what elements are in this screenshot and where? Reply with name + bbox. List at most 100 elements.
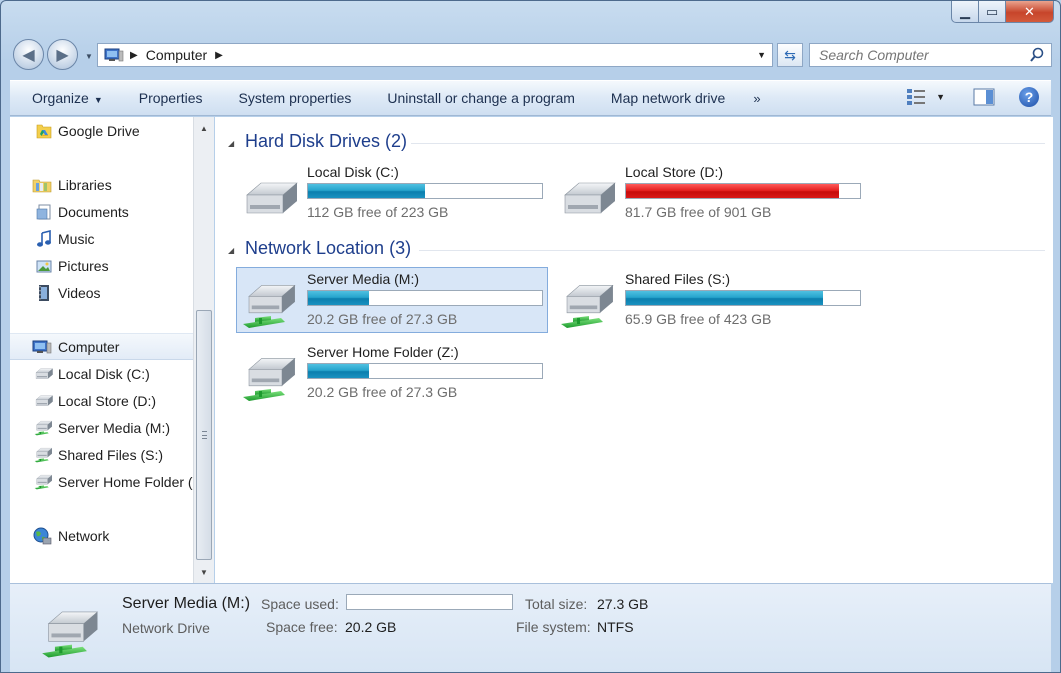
computer-icon: [32, 338, 52, 356]
caption-buttons: ▁ ▭ ✕: [951, 1, 1054, 23]
nav-pane-scrollbar[interactable]: ▲ ▼: [193, 117, 214, 583]
view-options-icon: [907, 89, 926, 105]
collapse-triangle-icon[interactable]: ◢: [228, 139, 234, 148]
nav-item-libraries[interactable]: Libraries: [10, 172, 193, 197]
music-icon: [34, 229, 54, 248]
nav-item-google-drive[interactable]: Google Drive: [10, 118, 193, 143]
refresh-button[interactable]: ⇆: [777, 43, 803, 67]
nav-item-videos[interactable]: Videos: [10, 280, 193, 305]
drive-tile-s[interactable]: Shared Files (S:) 65.9 GB free of 423 GB: [555, 268, 867, 334]
chevron-down-icon: ▼: [93, 95, 103, 105]
preview-pane-icon[interactable]: [973, 88, 995, 106]
group-divider: [419, 250, 1045, 251]
grip-icon: [202, 431, 207, 439]
scroll-thumb[interactable]: [196, 310, 212, 560]
nav-item-server-home-folder[interactable]: Server Home Folder (Z:): [10, 469, 193, 494]
nav-item-documents[interactable]: Documents: [10, 199, 193, 224]
nav-item-computer[interactable]: Computer: [10, 333, 193, 360]
drive-free-space: 112 GB free of 223 GB: [307, 204, 449, 220]
drive-tile-c[interactable]: Local Disk (C:) 112 GB free of 223 GB: [237, 161, 549, 227]
forward-button[interactable]: ▶: [47, 39, 78, 70]
group-header-hard-disk-drives[interactable]: ◢ Hard Disk Drives (2): [215, 131, 1045, 155]
nav-item-shared-files[interactable]: Shared Files (S:): [10, 442, 193, 467]
address-bar[interactable]: ▶ Computer ▶ ▼: [97, 43, 773, 67]
nav-item-local-disk-c[interactable]: Local Disk (C:): [10, 361, 193, 386]
group-title: Hard Disk Drives (2): [245, 131, 408, 151]
breadcrumb-separator-icon[interactable]: ▶: [130, 50, 138, 61]
nav-item-server-media[interactable]: Server Media (M:): [10, 415, 193, 440]
nav-label: Local Store (D:): [58, 392, 157, 409]
back-button[interactable]: ◀: [13, 39, 44, 70]
drive-free-space: 20.2 GB free of 27.3 GB: [307, 384, 458, 400]
change-view-button[interactable]: ▼: [906, 88, 945, 106]
libraries-icon: [32, 176, 52, 194]
file-system-label: File system:: [516, 619, 591, 635]
organize-label: Organize: [32, 90, 89, 106]
search-box[interactable]: [809, 43, 1052, 67]
nav-item-local-store-d[interactable]: Local Store (D:): [10, 388, 193, 413]
nav-label: Libraries: [58, 176, 112, 193]
drive-usage-fill: [308, 184, 425, 198]
network-drive-icon: [241, 282, 301, 330]
network-drive-icon: [40, 608, 104, 660]
nav-label: Music: [58, 230, 95, 247]
group-header-network-location[interactable]: ◢ Network Location (3): [215, 238, 1045, 262]
drive-usage-bar: [307, 363, 543, 379]
organize-button[interactable]: Organize ▼: [10, 90, 121, 106]
drive-name: Server Home Folder (Z:): [307, 344, 459, 360]
space-used-bar: [346, 594, 513, 610]
nav-item-pictures[interactable]: Pictures: [10, 253, 193, 278]
drive-usage-bar: [307, 290, 543, 306]
drive-free-space: 65.9 GB free of 423 GB: [625, 311, 772, 327]
group-divider: [411, 143, 1045, 144]
breadcrumb-separator-icon[interactable]: ▶: [215, 50, 223, 61]
help-icon[interactable]: ?: [1019, 87, 1039, 107]
drive-tile-d[interactable]: Local Store (D:) 81.7 GB free of 901 GB: [555, 161, 867, 227]
system-properties-button[interactable]: System properties: [221, 90, 370, 106]
address-dropdown-icon[interactable]: ▼: [757, 50, 766, 60]
command-bar: Organize ▼ Properties System properties U…: [10, 80, 1051, 116]
recent-pages-dropdown[interactable]: ▼: [85, 52, 93, 61]
drive-usage-fill: [308, 364, 369, 378]
close-icon: ✕: [1024, 3, 1035, 19]
search-icon[interactable]: [1029, 47, 1045, 63]
drive-usage-bar: [307, 183, 543, 199]
drive-name: Server Media (M:): [307, 271, 420, 287]
space-free-value: 20.2 GB: [345, 619, 397, 635]
nav-label: Server Media (M:): [58, 419, 171, 436]
drive-name: Shared Files (S:): [625, 271, 731, 287]
scroll-down-icon[interactable]: ▼: [194, 563, 214, 581]
collapse-triangle-icon[interactable]: ◢: [228, 246, 234, 255]
drive-usage-bar: [625, 183, 861, 199]
drive-tile-m[interactable]: Server Media (M:) 20.2 GB free of 27.3 G…: [236, 267, 548, 333]
nav-item-network[interactable]: Network: [10, 523, 193, 548]
refresh-icon: ⇆: [784, 46, 796, 63]
nav-label: Google Drive: [58, 122, 140, 139]
local-disk-icon: [246, 182, 298, 214]
local-store-icon: [564, 182, 616, 214]
breadcrumb-computer[interactable]: Computer: [146, 47, 207, 63]
documents-icon: [34, 203, 54, 221]
forward-arrow-icon: ▶: [56, 46, 69, 64]
map-network-drive-button[interactable]: Map network drive: [593, 90, 743, 106]
minimize-button[interactable]: ▁: [951, 1, 979, 23]
view-dropdown-icon: ▼: [936, 92, 945, 102]
file-system-value: NTFS: [597, 619, 634, 635]
navigation-row: ◀ ▶ ▼ ▶ Computer ▶ ▼ ⇆: [11, 39, 1054, 73]
drive-usage-bar: [625, 290, 861, 306]
group-title: Network Location (3): [245, 238, 412, 258]
uninstall-program-button[interactable]: Uninstall or change a program: [369, 90, 593, 106]
properties-button[interactable]: Properties: [121, 90, 221, 106]
search-input[interactable]: [810, 44, 1020, 66]
scroll-up-icon[interactable]: ▲: [194, 119, 214, 137]
nav-label: Shared Files (S:): [58, 446, 164, 463]
close-button[interactable]: ✕: [1006, 1, 1054, 23]
more-commands-button[interactable]: »: [743, 91, 760, 106]
network-drive-icon: [241, 355, 301, 403]
drive-free-space: 81.7 GB free of 901 GB: [625, 204, 772, 220]
network-drive-icon: [34, 473, 54, 491]
pictures-icon: [34, 257, 54, 275]
nav-item-music[interactable]: Music: [10, 226, 193, 251]
maximize-button[interactable]: ▭: [979, 1, 1006, 23]
drive-tile-z[interactable]: Server Home Folder (Z:) 20.2 GB free of …: [237, 341, 549, 407]
